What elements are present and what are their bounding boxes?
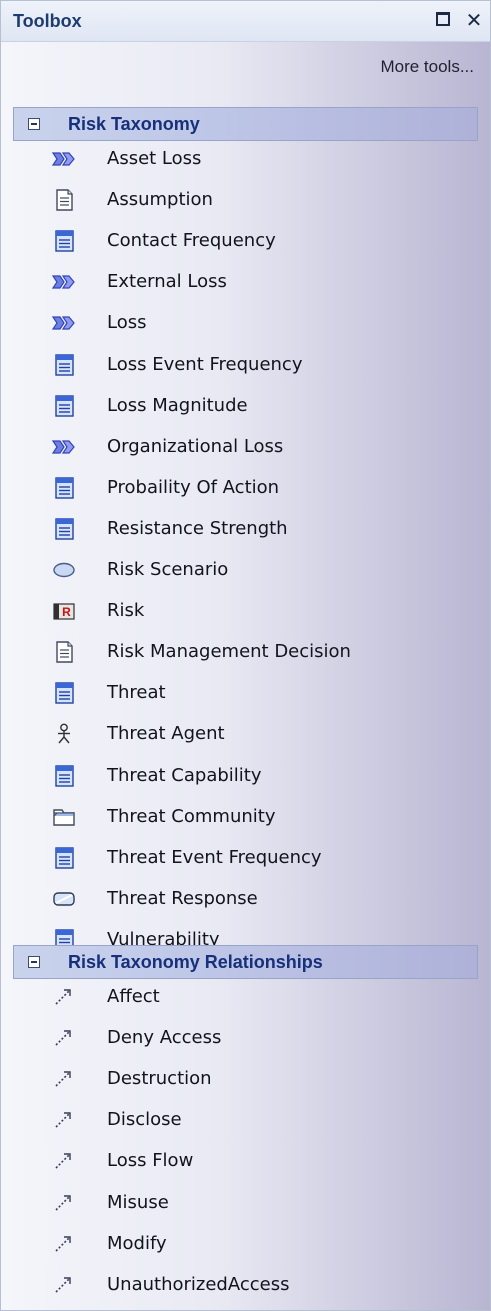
actor-icon [51, 723, 77, 745]
toolbox-item[interactable]: Risk Scenario [41, 554, 471, 586]
dotted-connector-icon [51, 986, 77, 1008]
document-icon [51, 189, 77, 211]
flow-arrow-icon [51, 312, 77, 334]
toolbox-item[interactable]: Probaility Of Action [41, 472, 471, 504]
class-list-icon [51, 682, 77, 704]
class-list-icon [51, 765, 77, 787]
toolbox-item-label: Misuse [107, 1192, 169, 1213]
toolbox-panel: Toolbox ✕ More tools... Risk Taxonomy Ass… [0, 0, 491, 1311]
toolbox-item[interactable]: Threat Event Frequency [41, 842, 471, 874]
toolbox-item[interactable]: Asset Loss [41, 143, 471, 175]
document-icon [51, 641, 77, 663]
toolbox-item-label: Organizational Loss [107, 436, 284, 457]
toolbox-item[interactable]: Modify [41, 1228, 471, 1260]
toolbox-item-label: Threat Agent [107, 723, 225, 744]
dotted-connector-icon [51, 1109, 77, 1131]
rounded-rect-icon [51, 888, 77, 910]
toolbox-item[interactable]: Loss Magnitude [41, 390, 471, 422]
dotted-connector-icon [51, 1150, 77, 1172]
toolbox-item-label: External Loss [107, 271, 227, 292]
toolbox-item-label: Modify [107, 1233, 167, 1254]
toolbox-item[interactable]: Destruction [41, 1063, 471, 1095]
toolbox-item[interactable]: Threat Response [41, 883, 471, 915]
risk-r-icon: R [51, 600, 77, 622]
maximize-icon[interactable] [433, 9, 455, 31]
toolbox-item-label: Threat Event Frequency [107, 847, 322, 868]
toolbox-item-label: Probaility Of Action [107, 477, 280, 498]
package-folder-icon [51, 806, 77, 828]
toolbox-item-label: Threat [107, 682, 166, 703]
toolbox-item[interactable]: Threat [41, 677, 471, 709]
group-header-0[interactable]: Risk Taxonomy [13, 107, 478, 141]
toolbox-item-label: Assumption [107, 189, 213, 210]
dotted-connector-icon [51, 1068, 77, 1090]
group-label: Risk Taxonomy [68, 114, 200, 134]
toolbox-item-label: UnauthorizedAccess [107, 1274, 290, 1295]
toolbox-item[interactable]: Loss Event Frequency [41, 349, 471, 381]
toolbox-item-label: Contact Frequency [107, 230, 276, 251]
toolbox-item[interactable]: Affect [41, 981, 471, 1013]
flow-arrow-icon [51, 436, 77, 458]
class-list-icon [51, 230, 77, 252]
toolbox-item-label: Resistance Strength [107, 518, 288, 539]
toolbox-item-label: Loss Magnitude [107, 395, 248, 416]
toolbox-item[interactable]: UnauthorizedAccess [41, 1269, 471, 1301]
toolbox-item-label: Affect [107, 986, 160, 1007]
flow-arrow-icon [51, 148, 77, 170]
toolbox-item[interactable]: Threat Agent [41, 718, 471, 750]
close-icon[interactable]: ✕ [463, 9, 485, 31]
toolbox-item[interactable]: Loss Flow [41, 1145, 471, 1177]
dotted-connector-icon [51, 1233, 77, 1255]
dotted-connector-icon [51, 1274, 77, 1296]
svg-text:R: R [62, 605, 71, 619]
toolbox-item-label: Risk Scenario [107, 559, 229, 580]
group-header-1[interactable]: Risk Taxonomy Relationships [13, 945, 478, 979]
toolbox-item-label: Threat Community [107, 806, 276, 827]
collapse-minus-icon[interactable] [28, 118, 40, 130]
more-tools-link[interactable]: More tools... [1, 57, 474, 77]
class-list-icon [51, 847, 77, 869]
toolbox-item[interactable]: Deny Access [41, 1022, 471, 1054]
toolbox-item[interactable]: Assumption [41, 184, 471, 216]
toolbox-item-label: Loss Event Frequency [107, 354, 303, 375]
class-list-icon [51, 477, 77, 499]
class-list-icon [51, 518, 77, 540]
toolbox-item[interactable]: External Loss [41, 266, 471, 298]
collapse-minus-icon[interactable] [28, 956, 40, 968]
toolbox-item[interactable]: Loss [41, 307, 471, 339]
toolbox-item-label: Deny Access [107, 1027, 222, 1048]
toolbox-item[interactable]: Resistance Strength [41, 513, 471, 545]
toolbox-item[interactable]: Threat Community [41, 801, 471, 833]
dotted-connector-icon [51, 1192, 77, 1214]
group-label: Risk Taxonomy Relationships [68, 952, 323, 972]
toolbox-item[interactable]: Misuse [41, 1187, 471, 1219]
toolbox-item-label: Asset Loss [107, 148, 202, 169]
toolbox-item-label: Disclose [107, 1109, 182, 1130]
ellipse-icon [51, 559, 77, 581]
class-list-icon [51, 395, 77, 417]
toolbox-item-label: Destruction [107, 1068, 212, 1089]
toolbox-title: Toolbox [13, 11, 82, 31]
toolbox-item[interactable]: Threat Capability [41, 760, 471, 792]
dotted-connector-icon [51, 1027, 77, 1049]
toolbox-item[interactable]: Contact Frequency [41, 225, 471, 257]
toolbox-item-label: Loss [107, 312, 147, 333]
toolbox-item[interactable]: Disclose [41, 1104, 471, 1136]
flow-arrow-icon [51, 271, 77, 293]
toolbox-item-label: Loss Flow [107, 1150, 194, 1171]
toolbox-item-label: Risk Management Decision [107, 641, 351, 662]
toolbox-titlebar[interactable]: Toolbox ✕ [1, 1, 490, 42]
toolbox-item-label: Threat Capability [107, 765, 262, 786]
toolbox-item[interactable]: Organizational Loss [41, 431, 471, 463]
toolbox-item-label: Risk [107, 600, 145, 621]
toolbox-item-label: Threat Response [107, 888, 258, 909]
toolbox-item[interactable]: Risk Management Decision [41, 636, 471, 668]
class-list-icon [51, 354, 77, 376]
toolbox-item[interactable]: R Risk [41, 595, 471, 627]
